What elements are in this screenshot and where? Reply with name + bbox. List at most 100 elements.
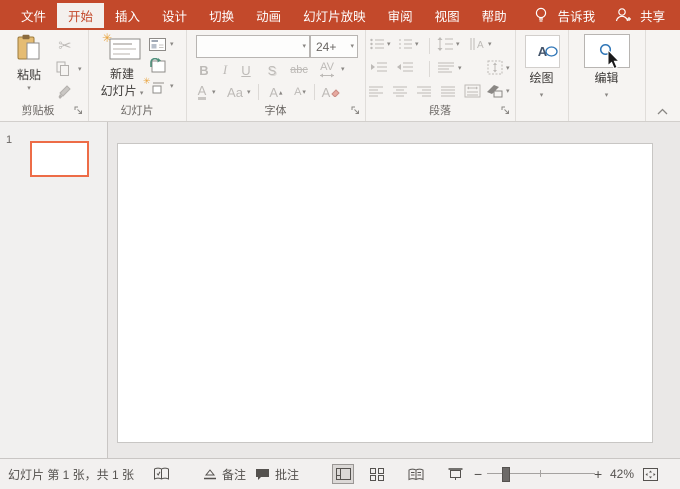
columns-button[interactable] <box>437 61 455 73</box>
align-text-caret[interactable]: ▾ <box>506 65 510 72</box>
bullets-button[interactable] <box>370 38 385 50</box>
justify-button[interactable] <box>440 85 456 97</box>
font-name-combobox[interactable]: ▾ <box>196 35 310 58</box>
zoom-out-button[interactable]: − <box>474 459 482 489</box>
numbering-caret[interactable]: ▾ <box>415 41 419 48</box>
editing-group: 编辑 ▾ <box>568 30 646 121</box>
italic-button[interactable]: I <box>218 61 232 79</box>
line-spacing-caret[interactable]: ▾ <box>456 41 460 48</box>
tab-design[interactable]: 设计 <box>151 0 198 30</box>
tab-transitions[interactable]: 切换 <box>198 0 245 30</box>
smartart-caret[interactable]: ▾ <box>506 88 510 95</box>
zoom-slider-thumb[interactable] <box>502 467 510 482</box>
slideshow-view-button[interactable] <box>444 464 466 484</box>
tab-review[interactable]: 审阅 <box>377 0 424 30</box>
align-right-button[interactable] <box>416 85 432 97</box>
cut-button[interactable]: ✂ <box>54 36 76 56</box>
tab-animations[interactable]: 动画 <box>245 0 292 30</box>
numbering-button[interactable] <box>398 38 413 50</box>
increase-font-size-button[interactable]: A ▾ <box>266 83 286 101</box>
normal-view-button[interactable] <box>332 464 354 484</box>
paste-label: 粘贴 <box>10 66 48 83</box>
bold-glyph: B <box>199 63 208 78</box>
underline-button[interactable]: U <box>238 61 254 79</box>
font-size-combobox[interactable]: 24+ ▾ <box>310 35 358 58</box>
section-button[interactable]: ✳ <box>146 79 166 95</box>
underline-glyph: U <box>241 63 250 78</box>
bullets-caret[interactable]: ▾ <box>387 41 391 48</box>
align-center-button[interactable] <box>392 85 408 97</box>
zoom-in-button[interactable]: + <box>594 459 602 489</box>
paste-dropdown-caret[interactable]: ▾ <box>10 85 48 92</box>
clipboard-dialog-launcher-icon[interactable] <box>74 106 83 115</box>
proofing-status-button[interactable] <box>153 459 170 489</box>
new-slide-label-line2: 幻灯片 <box>101 84 137 98</box>
decrease-indent-button[interactable] <box>370 61 388 73</box>
paragraph-dialog-launcher-icon[interactable] <box>501 106 510 115</box>
text-direction-button[interactable]: A <box>469 37 485 51</box>
tell-me-button[interactable]: 告诉我 <box>554 6 600 25</box>
copy-dropdown-caret[interactable]: ▾ <box>78 66 82 73</box>
powerpoint-window: 文件 开始 插入 设计 切换 动画 幻灯片放映 审阅 视图 帮助 告诉我 <box>0 0 680 489</box>
slide-sorter-view-button[interactable] <box>366 464 388 484</box>
format-painter-button[interactable] <box>54 82 76 102</box>
collapse-ribbon-button[interactable] <box>657 108 668 115</box>
copy-button[interactable] <box>54 60 72 78</box>
tab-insert[interactable]: 插入 <box>104 0 151 30</box>
font-dialog-launcher-icon[interactable] <box>351 106 360 115</box>
font-color-caret[interactable]: ▾ <box>212 89 216 96</box>
new-slide-dropdown-caret[interactable]: ▾ <box>140 90 144 97</box>
text-shadow-button[interactable]: S <box>264 61 280 79</box>
drawing-button[interactable]: A <box>525 35 560 68</box>
tab-help[interactable]: 帮助 <box>471 0 518 30</box>
spacing-dropdown-caret[interactable]: ▾ <box>341 66 345 73</box>
slide-layout-button[interactable] <box>148 37 166 51</box>
zoom-percent[interactable]: 42% <box>610 459 634 489</box>
reading-view-icon <box>408 468 424 481</box>
columns-caret[interactable]: ▾ <box>458 65 462 72</box>
strikethrough-button[interactable]: abc <box>286 61 312 79</box>
font-size-caret[interactable]: ▾ <box>350 43 354 50</box>
align-left-button[interactable] <box>368 85 384 97</box>
convert-smartart-button[interactable] <box>486 84 503 98</box>
slide-thumbnail[interactable] <box>30 141 89 177</box>
font-group: ▾ 24+ ▾ B I U S abc AV <box>186 30 366 121</box>
comments-button[interactable]: 批注 <box>255 459 299 489</box>
tab-slideshow[interactable]: 幻灯片放映 <box>292 0 377 30</box>
increase-indent-button[interactable] <box>396 61 414 73</box>
notes-button[interactable]: 备注 <box>203 459 246 489</box>
notes-icon <box>203 469 217 480</box>
align-text-button[interactable] <box>487 60 503 75</box>
tab-file[interactable]: 文件 <box>10 0 57 30</box>
tab-view[interactable]: 视图 <box>424 0 471 30</box>
font-name-caret[interactable]: ▾ <box>302 43 306 50</box>
fit-slide-to-window-button[interactable] <box>639 464 661 484</box>
paste-button[interactable]: 粘贴 ▾ <box>10 34 48 92</box>
drawing-icon: A <box>538 44 547 59</box>
reset-slide-button[interactable] <box>148 57 166 73</box>
line-spacing-button[interactable] <box>437 37 454 51</box>
slide-canvas[interactable] <box>117 143 653 443</box>
editing-caret[interactable]: ▾ <box>605 92 609 99</box>
share-button[interactable]: 共享 <box>638 6 667 25</box>
text-direction-caret[interactable]: ▾ <box>488 41 492 48</box>
change-case-caret[interactable]: ▾ <box>247 89 251 96</box>
paragraph-group: ▾ ▾ ▾ <box>365 30 516 121</box>
decrease-font-size-button[interactable]: A ▾ <box>290 83 310 101</box>
reading-view-button[interactable] <box>405 464 427 484</box>
slide-sorter-icon <box>370 468 384 481</box>
drawing-caret[interactable]: ▾ <box>540 92 544 99</box>
distribute-columns-button[interactable] <box>464 84 481 98</box>
section-dropdown-caret[interactable]: ▾ <box>170 83 174 90</box>
tab-home[interactable]: 开始 <box>57 3 104 28</box>
slideshow-icon <box>448 468 463 481</box>
clear-formatting-button[interactable]: A <box>320 83 342 101</box>
change-case-button[interactable]: Aa <box>224 83 246 101</box>
slide-thumbnail-panel: 1 <box>0 122 108 459</box>
character-spacing-button[interactable]: AV <box>316 59 338 79</box>
font-color-button[interactable]: A <box>194 83 210 101</box>
bold-button[interactable]: B <box>196 61 212 79</box>
new-slide-button[interactable]: ✳ 新建 幻灯片 ▾ <box>96 34 148 99</box>
layout-dropdown-caret[interactable]: ▾ <box>170 41 174 48</box>
paragraph-group-label: 段落 <box>365 102 515 118</box>
